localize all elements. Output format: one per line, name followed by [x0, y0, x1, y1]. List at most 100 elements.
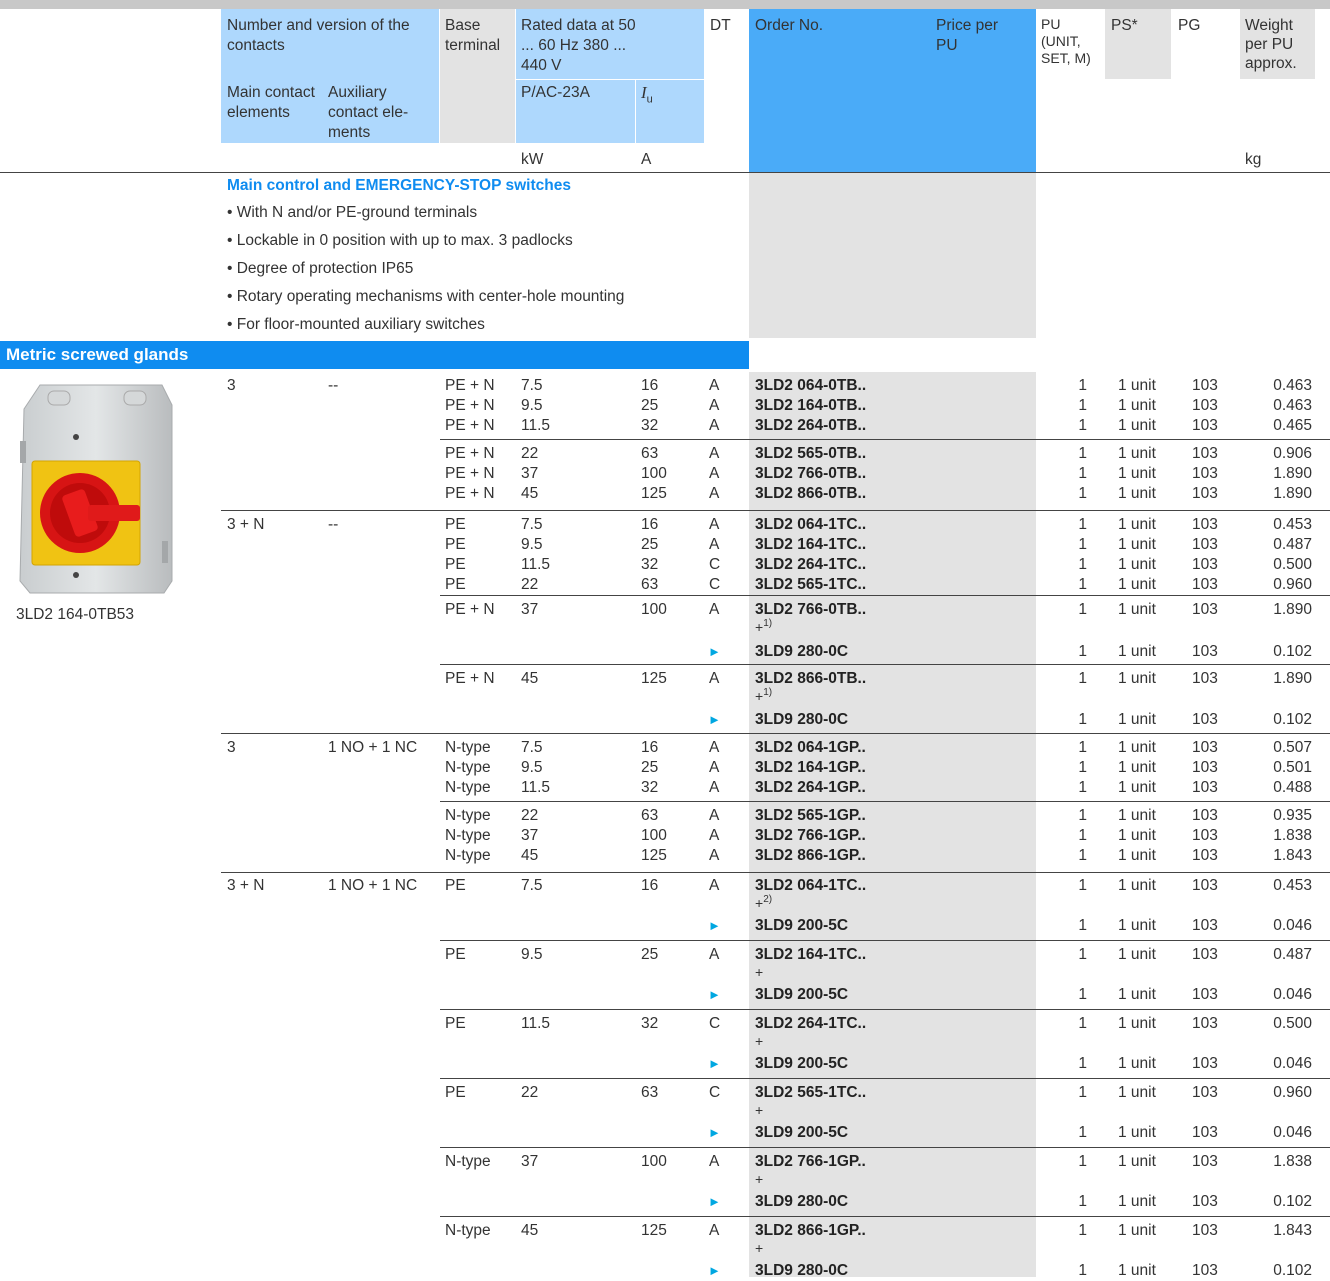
base-terminal-cell: N-type: [445, 827, 491, 844]
current-cell: 63: [641, 807, 659, 824]
intro-title: Main control and EMERGENCY-STOP switches: [227, 177, 571, 194]
intro-bullet: • Lockable in 0 position with up to max.…: [227, 232, 573, 249]
ps-cell: 1 unit: [1118, 670, 1156, 687]
weight-cell: 0.046: [1273, 1124, 1312, 1141]
kw-cell: 45: [521, 485, 539, 502]
pg-cell: 103: [1192, 576, 1218, 593]
kw-cell: 7.5: [521, 877, 543, 894]
weight-cell: 1.843: [1273, 847, 1312, 864]
current-cell: 16: [641, 877, 659, 894]
pg-cell: 103: [1192, 1015, 1218, 1032]
pu-cell: 1: [1078, 917, 1087, 934]
base-terminal-cell: N-type: [445, 847, 491, 864]
base-terminal-cell: N-type: [445, 779, 491, 796]
weight-cell: 1.838: [1273, 1153, 1312, 1170]
footnote-ref: 2): [763, 894, 773, 905]
header-ps: PS*: [1111, 17, 1138, 34]
pg-cell: 103: [1192, 485, 1218, 502]
order-number-cell: 3LD9 280-0C: [755, 1262, 849, 1279]
kw-cell: 37: [521, 827, 539, 844]
pg-cell: 103: [1192, 759, 1218, 776]
pu-cell: 1: [1078, 576, 1087, 593]
ps-cell: 1 unit: [1118, 556, 1156, 573]
aux-contact-cell: --: [328, 377, 339, 394]
kw-cell: 7.5: [521, 739, 543, 756]
arrow-icon: ►: [708, 918, 721, 933]
base-terminal-cell: PE: [445, 877, 466, 894]
kw-cell: 22: [521, 445, 539, 462]
ps-cell: 1 unit: [1118, 807, 1156, 824]
kw-cell: 9.5: [521, 759, 543, 776]
header-contacts-label: Number and version of the contacts: [227, 17, 410, 54]
kw-cell: 37: [521, 601, 539, 618]
dt-cell: A: [709, 445, 720, 462]
weight-cell: 0.906: [1273, 445, 1312, 462]
ps-cell: 1 unit: [1118, 1262, 1156, 1279]
dt-cell: A: [709, 601, 720, 618]
ps-cell: 1 unit: [1118, 445, 1156, 462]
pu-cell: 1: [1078, 807, 1087, 824]
pg-cell: 103: [1192, 1153, 1218, 1170]
pg-cell: 103: [1192, 1222, 1218, 1239]
order-number-cell: 3LD9 200-5C: [755, 1124, 849, 1141]
weight-cell: 0.102: [1273, 1193, 1312, 1210]
base-terminal-cell: PE + N: [445, 417, 495, 434]
pg-cell: 103: [1192, 601, 1218, 618]
base-terminal-cell: PE + N: [445, 465, 495, 482]
weight-cell: 0.465: [1273, 417, 1312, 434]
kw-cell: 37: [521, 1153, 539, 1170]
kw-cell: 37: [521, 465, 539, 482]
kw-cell: 22: [521, 576, 539, 593]
pu-cell: 1: [1078, 986, 1087, 1003]
current-cell: 63: [641, 1084, 659, 1101]
base-terminal-cell: PE + N: [445, 485, 495, 502]
weight-cell: 0.046: [1273, 917, 1312, 934]
pg-cell: 103: [1192, 377, 1218, 394]
weight-cell: 1.890: [1273, 465, 1312, 482]
ps-cell: 1 unit: [1118, 946, 1156, 963]
dt-cell: C: [709, 1084, 721, 1101]
pu-cell: 1: [1078, 536, 1087, 553]
base-terminal-cell: PE: [445, 946, 466, 963]
base-terminal-cell: PE + N: [445, 670, 495, 687]
pg-cell: 103: [1192, 643, 1218, 660]
base-terminal-cell: N-type: [445, 739, 491, 756]
header-iu-sub: u: [646, 93, 653, 106]
dt-cell: A: [709, 465, 720, 482]
weight-cell: 1.890: [1273, 670, 1312, 687]
dt-cell: A: [709, 417, 720, 434]
footnote-ref: 1): [763, 687, 773, 698]
image-caption: 3LD2 164-0TB53: [16, 606, 135, 623]
ps-cell: 1 unit: [1118, 1193, 1156, 1210]
base-terminal-cell: PE: [445, 576, 466, 593]
current-cell: 125: [641, 485, 667, 502]
kw-cell: 7.5: [521, 377, 543, 394]
pg-cell: 103: [1192, 417, 1218, 434]
weight-cell: 0.488: [1273, 779, 1312, 796]
pg-cell: 103: [1192, 1124, 1218, 1141]
base-terminal-cell: N-type: [445, 759, 491, 776]
pu-cell: 1: [1078, 1262, 1087, 1279]
header-weight: Weight per PU approx.: [1245, 17, 1297, 72]
aux-contact-cell: --: [328, 516, 339, 533]
pg-cell: 103: [1192, 877, 1218, 894]
arrow-icon: ►: [708, 1125, 721, 1140]
pg-cell: 103: [1192, 986, 1218, 1003]
pg-cell: 103: [1192, 946, 1218, 963]
dt-cell: A: [709, 827, 720, 844]
dt-cell: A: [709, 946, 720, 963]
current-cell: 25: [641, 397, 659, 414]
weight-cell: 0.046: [1273, 1055, 1312, 1072]
order-number-cell: 3LD2 565-0TB..: [755, 445, 867, 462]
current-cell: 25: [641, 759, 659, 776]
ps-cell: 1 unit: [1118, 877, 1156, 894]
kw-cell: 11.5: [521, 417, 551, 434]
header-order-no: Order No.: [755, 17, 824, 34]
weight-cell: 0.463: [1273, 397, 1312, 414]
current-cell: 25: [641, 536, 659, 553]
pg-cell: 103: [1192, 1193, 1218, 1210]
order-number-cell: 3LD2 565-1TC..: [755, 1084, 867, 1101]
dt-cell: A: [709, 397, 720, 414]
base-terminal-cell: N-type: [445, 807, 491, 824]
order-number-cell: 3LD9 280-0C: [755, 711, 849, 728]
